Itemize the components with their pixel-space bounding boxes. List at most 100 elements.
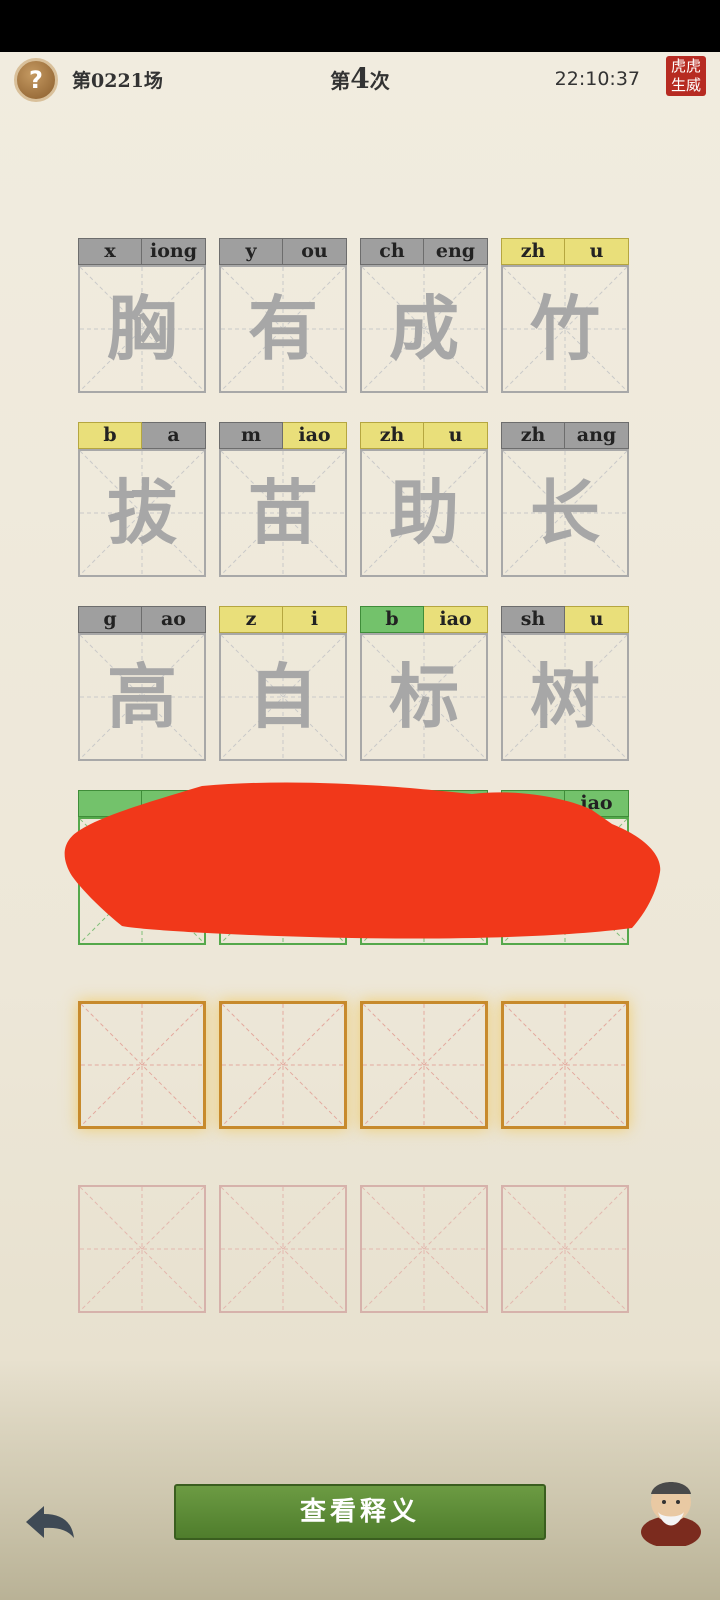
pinyin-row: zi	[219, 606, 347, 633]
hanzi-char: 标	[389, 655, 459, 738]
redaction-scribble	[64, 782, 661, 939]
pinyin-initial: b	[78, 422, 142, 449]
pinyin-row: zh u	[501, 238, 629, 265]
attempt-suffix: 次	[369, 69, 390, 93]
pinyin-initial: b	[360, 606, 424, 633]
char-grid: 自	[219, 633, 347, 761]
hanzi-char: 苗	[248, 471, 318, 554]
pinyin-final: a	[142, 422, 206, 449]
empty-cell	[360, 1185, 488, 1313]
grid-guides	[80, 1187, 204, 1311]
active-input-cell[interactable]	[78, 1001, 206, 1129]
pinyin-initial: zh	[501, 238, 565, 265]
char-grid: 标	[360, 633, 488, 761]
guess-card: zh u 助	[360, 422, 488, 577]
guess-card: ba拔	[78, 422, 206, 577]
char-grid: 苗	[219, 449, 347, 577]
pinyin-row: zh u	[360, 422, 488, 449]
char-grid: 竹	[501, 265, 629, 393]
grid-guides	[81, 1004, 203, 1126]
hanzi-char: 助	[389, 471, 459, 554]
active-input-cell[interactable]	[360, 1001, 488, 1129]
guess-card: m iao 苗	[219, 422, 347, 577]
guess-card: x iong 胸	[78, 238, 206, 393]
active-input-cell[interactable]	[501, 1001, 629, 1129]
pinyin-row: b iao	[360, 606, 488, 633]
hanzi-char: 自	[248, 655, 318, 738]
pinyin-final: ang	[565, 422, 629, 449]
char-grid: 高	[78, 633, 206, 761]
pinyin-final: ao	[142, 606, 206, 633]
seal-line1: 虎虎	[670, 57, 701, 75]
empty-cell	[78, 1185, 206, 1313]
clock: 22:10:37	[554, 68, 640, 90]
pinyin-final: u	[424, 422, 488, 449]
grid-guides	[503, 1187, 627, 1311]
pinyin-initial: g	[78, 606, 142, 633]
pinyin-initial: y	[219, 238, 283, 265]
pinyin-initial: z	[219, 606, 283, 633]
seal-line2: 生威	[670, 76, 701, 94]
pinyin-final: ou	[283, 238, 347, 265]
char-grid: 胸	[78, 265, 206, 393]
active-input-cell[interactable]	[219, 1001, 347, 1129]
back-arrow-icon[interactable]	[24, 1502, 76, 1542]
pinyin-row: ba	[78, 422, 206, 449]
grid-guides	[504, 1004, 626, 1126]
pinyin-initial: ch	[360, 238, 424, 265]
char-grid: 成	[360, 265, 488, 393]
pinyin-row: y ou	[219, 238, 347, 265]
grid-guides	[221, 1187, 345, 1311]
char-grid: 有	[219, 265, 347, 393]
view-explanation-button[interactable]: 查看释义	[174, 1484, 546, 1540]
hanzi-char: 树	[530, 655, 600, 738]
pinyin-final: i	[283, 606, 347, 633]
attempt-prefix: 第	[330, 69, 351, 93]
char-grid: 长	[501, 449, 629, 577]
sage-avatar[interactable]	[636, 1468, 706, 1546]
pinyin-final: iao	[283, 422, 347, 449]
pinyin-row: m iao	[219, 422, 347, 449]
pinyin-initial: sh	[501, 606, 565, 633]
char-grid: 树	[501, 633, 629, 761]
guess-card: sh u 树	[501, 606, 629, 761]
guess-card: ch eng 成	[360, 238, 488, 393]
empty-cell	[219, 1185, 347, 1313]
landscape-background	[0, 1360, 720, 1600]
grid-guides	[222, 1004, 344, 1126]
attempt-number: 4	[350, 62, 370, 95]
guess-card: y ou 有	[219, 238, 347, 393]
pinyin-final: u	[565, 606, 629, 633]
hanzi-char: 高	[107, 655, 177, 738]
hanzi-char: 有	[248, 287, 318, 370]
guess-card: zh ang 长	[501, 422, 629, 577]
seal-logo: 虎虎 生威	[666, 56, 706, 96]
char-grid: 拔	[78, 449, 206, 577]
pinyin-row: zh ang	[501, 422, 629, 449]
guess-card: b iao 标	[360, 606, 488, 761]
guess-card: zh u 竹	[501, 238, 629, 393]
hanzi-char: 拔	[107, 471, 177, 554]
pinyin-final: eng	[424, 238, 488, 265]
guess-card: g ao 高	[78, 606, 206, 761]
pinyin-initial: zh	[360, 422, 424, 449]
hanzi-char: 胸	[107, 287, 177, 370]
pinyin-row: sh u	[501, 606, 629, 633]
pinyin-row: g ao	[78, 606, 206, 633]
pinyin-row: ch eng	[360, 238, 488, 265]
pinyin-initial: m	[219, 422, 283, 449]
pinyin-initial: zh	[501, 422, 565, 449]
pinyin-row: x iong	[78, 238, 206, 265]
pinyin-final: iong	[142, 238, 206, 265]
pinyin-initial: x	[78, 238, 142, 265]
grid-guides	[363, 1004, 485, 1126]
empty-cell	[501, 1185, 629, 1313]
char-grid: 助	[360, 449, 488, 577]
hanzi-char: 竹	[530, 287, 600, 370]
guess-card: zi自	[219, 606, 347, 761]
hanzi-char: 成	[389, 287, 459, 370]
hanzi-char: 长	[530, 471, 600, 554]
pinyin-final: u	[565, 238, 629, 265]
status-bar	[0, 0, 720, 52]
pinyin-final: iao	[424, 606, 488, 633]
